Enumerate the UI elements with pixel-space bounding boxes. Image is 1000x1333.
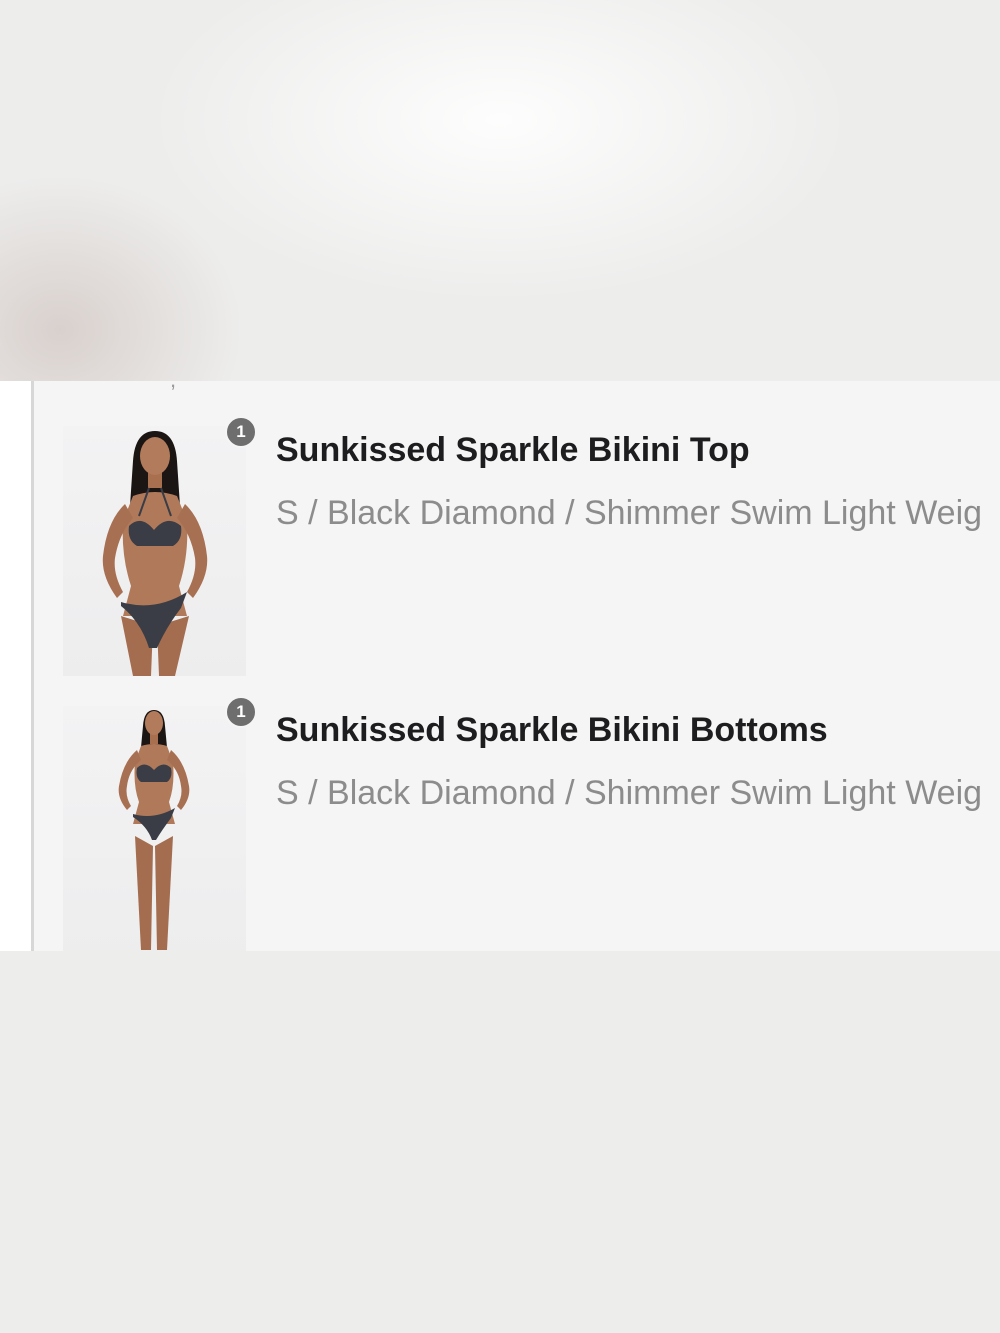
model-photo <box>118 710 190 950</box>
product-variant: S / Black Diamond / Shimmer Swim Light W… <box>276 774 983 812</box>
blurred-background-top <box>0 0 1000 381</box>
clipped-text: , <box>170 381 176 393</box>
order-summary-panel: , <box>0 381 1000 951</box>
quantity-badge: 1 <box>225 696 257 728</box>
product-title[interactable]: Sunkissed Sparkle Bikini Bottoms <box>276 711 828 750</box>
model-photo <box>102 431 208 676</box>
product-variant: S / Black Diamond / Shimmer Swim Light W… <box>276 494 983 532</box>
divider-line <box>31 381 34 951</box>
left-gutter <box>0 381 31 951</box>
product-thumbnail <box>63 426 246 676</box>
product-thumbnail <box>63 706 246 951</box>
quantity-badge: 1 <box>225 416 257 448</box>
blurred-background-bottom <box>0 951 1000 1333</box>
line-item[interactable]: 1 Sunkissed Sparkle Bikini Top S / Black… <box>63 416 1000 676</box>
line-item[interactable]: 1 Sunkissed Sparkle Bikini Bottoms S / B… <box>63 696 1000 951</box>
product-title[interactable]: Sunkissed Sparkle Bikini Top <box>276 431 750 470</box>
